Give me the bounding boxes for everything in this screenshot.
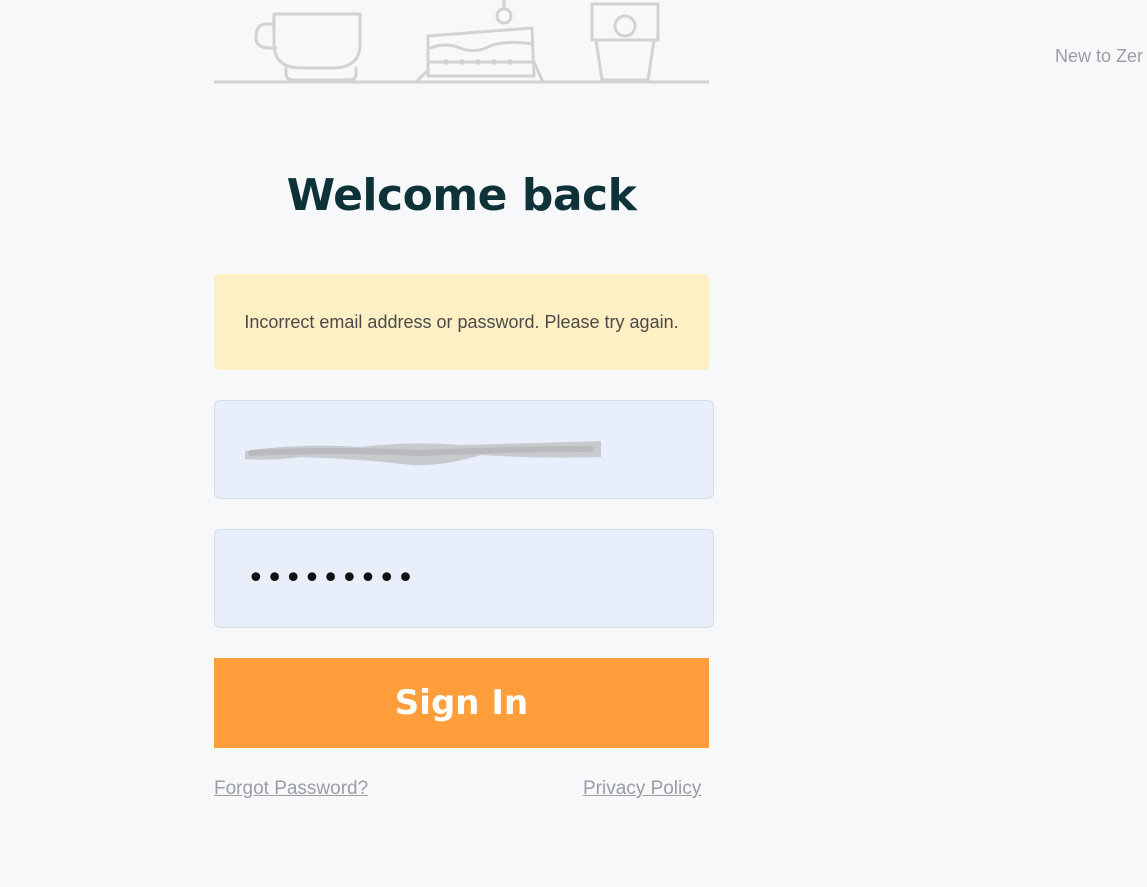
email-field[interactable] bbox=[214, 400, 714, 499]
password-field[interactable]: ••••••••• bbox=[214, 529, 714, 628]
takeaway-cup-icon bbox=[590, 2, 660, 82]
redaction-scribble bbox=[245, 441, 601, 466]
page-title: Welcome back bbox=[286, 170, 637, 221]
privacy-policy-link[interactable]: Privacy Policy bbox=[583, 778, 701, 800]
cafe-illustration bbox=[214, 0, 709, 84]
login-page: New to Zer Welcome back Incorrect email … bbox=[0, 0, 1147, 887]
forgot-password-link[interactable]: Forgot Password? bbox=[214, 778, 368, 800]
signup-prompt-link[interactable]: New to Zer bbox=[1055, 46, 1143, 67]
password-value: ••••••••• bbox=[247, 561, 416, 596]
cake-icon bbox=[416, 0, 544, 82]
sign-in-button[interactable]: Sign In bbox=[214, 658, 709, 748]
error-message: Incorrect email address or password. Ple… bbox=[244, 312, 679, 332]
coffee-cup-icon bbox=[254, 12, 362, 82]
error-alert: Incorrect email address or password. Ple… bbox=[214, 274, 709, 370]
